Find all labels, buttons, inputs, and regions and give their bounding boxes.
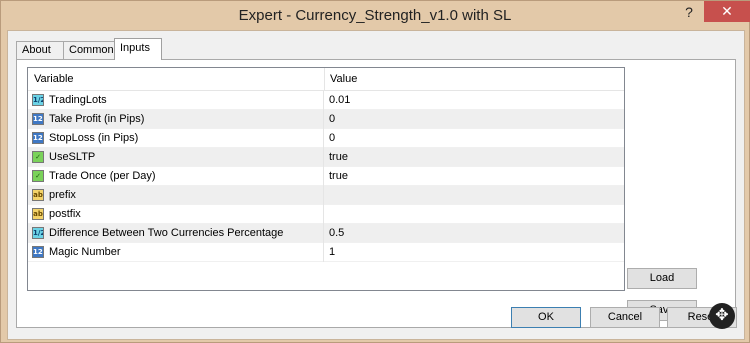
value-cell[interactable]: 0.5 [329,224,344,243]
tab-common[interactable]: Common [63,41,119,59]
close-button[interactable]: ✕ [704,1,750,22]
table-row[interactable]: ✓ Trade Once (per Day) true [28,167,624,186]
window-title: Expert - Currency_Strength_v1.0 with SL [238,7,512,24]
tab-about[interactable]: About [16,41,64,59]
int-type-icon: 123 [32,132,44,144]
string-type-icon: ab [32,189,44,201]
value-cell[interactable]: 1 [329,243,335,262]
variable-name: Trade Once (per Day) [49,170,156,182]
variable-name: prefix [49,189,76,201]
variable-cell[interactable]: 1/2 TradingLots [28,91,324,110]
variable-cell[interactable]: 123 StopLoss (in Pips) [28,129,324,148]
variable-name: Magic Number [49,246,121,258]
bool-type-icon: ✓ [32,170,44,182]
variable-cell[interactable]: 123 Take Profit (in Pips) [28,110,324,129]
variable-name: Difference Between Two Currencies Percen… [49,227,284,239]
variable-cell[interactable]: 1/2 Difference Between Two Currencies Per… [28,224,324,243]
column-header-value[interactable]: Value [324,68,624,90]
table-row[interactable]: 123 Take Profit (in Pips) 0 [28,110,624,129]
variable-cell[interactable]: ab postfix [28,205,324,224]
variable-name: Take Profit (in Pips) [49,113,145,125]
variable-name: UseSLTP [49,151,96,163]
resize-icon[interactable]: ✥ [709,303,735,329]
variable-cell[interactable]: ✓ Trade Once (per Day) [28,167,324,186]
value-cell[interactable]: true [329,167,348,186]
dialog-body: About Common Inputs Variable Value 1/2 Tr… [7,30,745,340]
value-cell[interactable]: true [329,148,348,167]
column-header-variable[interactable]: Variable [28,68,324,90]
value-cell[interactable]: 0.01 [329,91,350,110]
double-type-icon: 1/2 [32,227,44,239]
variable-name: StopLoss (in Pips) [49,132,139,144]
help-button[interactable]: ? [677,1,701,23]
expert-properties-window: Expert - Currency_Strength_v1.0 with SL … [0,0,750,343]
double-type-icon: 1/2 [32,94,44,106]
table-row[interactable]: 123 StopLoss (in Pips) 0 [28,129,624,148]
variable-cell[interactable]: 123 Magic Number [28,243,324,262]
variable-name: TradingLots [49,94,107,106]
table-row[interactable]: 123 Magic Number 1 [28,243,624,262]
title-bar[interactable]: Expert - Currency_Strength_v1.0 with SL … [1,1,750,31]
grid-header: Variable Value [28,68,624,91]
table-row[interactable]: ✓ UseSLTP true [28,148,624,167]
value-cell[interactable]: 0 [329,110,335,129]
cancel-button[interactable]: Cancel [590,307,660,328]
table-row[interactable]: 1/2 Difference Between Two Currencies Per… [28,224,624,243]
table-row[interactable]: ab postfix [28,205,624,224]
variable-cell[interactable]: ab prefix [28,186,324,205]
tab-inputs[interactable]: Inputs [114,38,162,60]
table-row[interactable]: ab prefix [28,186,624,205]
value-cell[interactable]: 0 [329,129,335,148]
int-type-icon: 123 [32,246,44,258]
ok-button[interactable]: OK [511,307,581,328]
table-row[interactable]: 1/2 TradingLots 0.01 [28,91,624,110]
inputs-grid[interactable]: Variable Value 1/2 TradingLots 0.01 123 Take… [27,67,625,291]
load-button[interactable]: Load [627,268,697,289]
variable-name: postfix [49,208,81,220]
bool-type-icon: ✓ [32,151,44,163]
string-type-icon: ab [32,208,44,220]
int-type-icon: 123 [32,113,44,125]
inputs-panel: Variable Value 1/2 TradingLots 0.01 123 Take… [16,59,736,328]
variable-cell[interactable]: ✓ UseSLTP [28,148,324,167]
